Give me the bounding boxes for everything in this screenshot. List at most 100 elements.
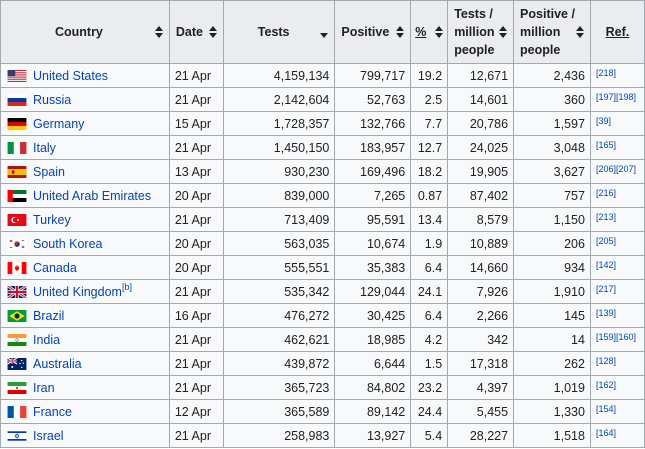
positive-per-million-cell: 360: [513, 87, 591, 112]
tests-per-million-cell: 24,025: [447, 135, 515, 160]
ref-cell: [39]: [589, 111, 645, 136]
reference-link[interactable]: [213]: [596, 212, 616, 222]
country-link[interactable]: United Arab Emirates: [33, 189, 151, 203]
tests-cell: 365,589: [222, 399, 336, 424]
positive-cell: 10,674: [334, 231, 412, 256]
country-cell: Italy: [0, 135, 170, 160]
positive-per-million-cell: 145: [513, 303, 591, 328]
country-header[interactable]: Country: [0, 0, 170, 64]
positive-cell: 52,763: [334, 87, 412, 112]
reference-link[interactable]: [216]: [596, 188, 616, 198]
tests-per-million-cell: 14,660: [447, 255, 515, 280]
country-link[interactable]: United States: [33, 69, 108, 83]
flag-in-icon: [6, 334, 28, 347]
sort-icon[interactable]: [208, 26, 217, 38]
positive-per-million-cell: 2,436: [513, 63, 591, 88]
positive-per-million-cell: 757: [513, 183, 591, 208]
reference-link[interactable]: [39]: [596, 116, 611, 126]
country-link[interactable]: Iran: [33, 381, 55, 395]
tests-cell: 1,450,150: [222, 135, 336, 160]
country-cell: France: [0, 399, 170, 424]
tests-per-million-cell: 17,318: [447, 351, 515, 376]
country-link[interactable]: Russia: [33, 93, 71, 107]
table-row: Russia 21 Apr 2,142,604 52,763 2.5 14,601 360 […: [0, 87, 645, 112]
country-link[interactable]: Canada: [33, 261, 77, 275]
country-cell: Spain: [0, 159, 170, 184]
reference-link[interactable]: [159][160]: [596, 332, 636, 342]
country-link[interactable]: Germany: [33, 117, 84, 131]
date-header[interactable]: Date: [168, 0, 224, 64]
positive-cell: 18,985: [334, 327, 412, 352]
date-cell: 15 Apr: [168, 111, 224, 136]
percent-cell: 24.4: [410, 399, 449, 424]
tests-per-million-header[interactable]: Tests / million people: [447, 0, 515, 64]
flag-fr-icon: [6, 406, 28, 419]
country-link[interactable]: India: [33, 333, 60, 347]
footnote-link[interactable]: [b]: [122, 282, 132, 292]
ref-cell: [154]: [589, 399, 645, 424]
reference-link[interactable]: [154]: [596, 404, 616, 414]
flag-ru-icon: [6, 94, 28, 107]
country-cell: Brazil: [0, 303, 170, 328]
reference-link[interactable]: [206][207]: [596, 164, 636, 174]
table-row: Australia 21 Apr 439,872 6,644 1.5 17,318 262 […: [0, 351, 645, 376]
positive-per-million-cell: 1,910: [513, 279, 591, 304]
country-link[interactable]: Italy: [33, 141, 56, 155]
percent-cell: 1.5: [410, 351, 449, 376]
sort-icon[interactable]: [435, 26, 444, 38]
country-link[interactable]: Brazil: [33, 309, 64, 323]
sort-icon[interactable]: [499, 26, 508, 38]
reference-link[interactable]: [128]: [596, 356, 616, 366]
reference-link[interactable]: [218]: [596, 68, 616, 78]
country-link[interactable]: Spain: [33, 165, 65, 179]
reference-link[interactable]: [142]: [596, 260, 616, 270]
ref-header[interactable]: Ref.: [589, 0, 645, 64]
percent-cell: 23.2: [410, 375, 449, 400]
positive-per-million-cell: 3,048: [513, 135, 591, 160]
reference-link[interactable]: [164]: [596, 428, 616, 438]
percent-cell: 1.9: [410, 231, 449, 256]
sort-icon[interactable]: [396, 26, 405, 38]
sort-icon[interactable]: [575, 26, 584, 38]
sort-icon[interactable]: [154, 26, 163, 38]
tests-cell: 258,983: [222, 423, 336, 448]
percent-cell: 13.4: [410, 207, 449, 232]
country-cell: South Korea: [0, 231, 170, 256]
ref-cell: [216]: [589, 183, 645, 208]
date-cell: 21 Apr: [168, 63, 224, 88]
reference-link[interactable]: [165]: [596, 140, 616, 150]
date-cell: 12 Apr: [168, 399, 224, 424]
flag-ca-icon: [6, 262, 28, 275]
ref-cell: [165]: [589, 135, 645, 160]
positive-header[interactable]: Positive: [334, 0, 412, 64]
country-link[interactable]: South Korea: [33, 237, 103, 251]
table-row: Israel 21 Apr 258,983 13,927 5.4 28,227 1,518 […: [0, 423, 645, 448]
country-link[interactable]: Israel: [33, 429, 64, 443]
tests-cell: 713,409: [222, 207, 336, 232]
positive-cell: 89,142: [334, 399, 412, 424]
positive-per-million-header[interactable]: Positive / million people: [513, 0, 591, 64]
reference-link[interactable]: [217]: [596, 284, 616, 294]
flag-es-icon: [6, 166, 28, 179]
table-row: Italy 21 Apr 1,450,150 183,957 12.7 24,025 3,0…: [0, 135, 645, 160]
flag-au-icon: [6, 358, 28, 371]
reference-link[interactable]: [205]: [596, 236, 616, 246]
country-link[interactable]: Australia: [33, 357, 82, 371]
tests-cell: 476,272: [222, 303, 336, 328]
tests-header[interactable]: Tests: [222, 0, 336, 64]
country-link[interactable]: Turkey: [33, 213, 71, 227]
table-row: India 21 Apr 462,621 18,985 4.2 342 14 [159][16…: [0, 327, 645, 352]
positive-cell: 30,425: [334, 303, 412, 328]
percent-header[interactable]: %: [410, 0, 449, 64]
country-cell: Turkey: [0, 207, 170, 232]
country-link[interactable]: United Kingdom: [33, 285, 122, 299]
country-cell: Germany: [0, 111, 170, 136]
table-row: United Kingdom[b] 21 Apr 535,342 129,044 24.…: [0, 279, 645, 304]
reference-link[interactable]: [162]: [596, 380, 616, 390]
sort-descending-icon[interactable]: [320, 26, 329, 38]
country-link[interactable]: France: [33, 405, 72, 419]
date-cell: 16 Apr: [168, 303, 224, 328]
table-row: Turkey 21 Apr 713,409 95,591 13.4 8,579 1,150 […: [0, 207, 645, 232]
reference-link[interactable]: [139]: [596, 308, 616, 318]
reference-link[interactable]: [197][198]: [596, 92, 636, 102]
